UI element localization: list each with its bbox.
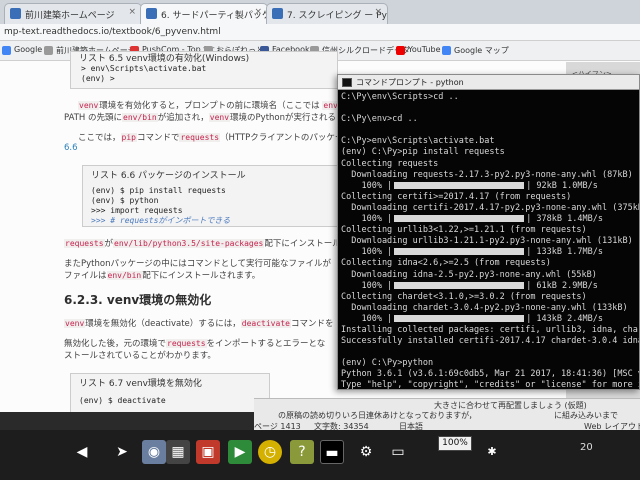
paragraph: venv環境を有効化すると，プロンプトの前に環境名（ここでは env (78, 101, 339, 111)
close-icon[interactable]: × (374, 7, 382, 17)
bookmark-google[interactable]: Google (2, 45, 42, 55)
page-icon (44, 46, 53, 55)
console-line: Type "help", "copyright", "credits" or "… (341, 380, 640, 390)
console-line: 100% | | 61kB 2.9MB/s (341, 280, 598, 291)
paragraph: PATH の先頭にenv/binが追加され，venv環境のPythonが実行され… (64, 113, 336, 123)
page-favicon-icon (146, 8, 157, 19)
folder-icon[interactable]: ▭ (386, 440, 410, 464)
console-line: 100% | | 378kB 1.4MB/s (341, 214, 603, 225)
tray-clock[interactable]: 20 (580, 442, 593, 453)
code-listing-install: リスト 6.6 パッケージのインストール (env) $ pip install… (82, 165, 338, 227)
console-line: Python 3.6.1 (v3.6.1:69c0db5, Mar 21 201… (341, 369, 640, 380)
document-text: に組み込みいまで (554, 411, 618, 420)
page-favicon-icon (272, 8, 283, 19)
command-prompt-taskbar-icon[interactable]: ▬ (320, 440, 344, 464)
listing-code: > env\Scripts\activate.bat (env) > (81, 64, 207, 83)
tab-label: 前川建築ホームページ (25, 11, 115, 21)
console-line: Downloading idna-2.5-py2.py3-none-any.wh… (341, 269, 597, 280)
address-url: mp-text.readthedocs.io/textbook/6_pyvenv… (4, 27, 221, 37)
clock-icon[interactable]: ◷ (258, 440, 282, 464)
progress-bar (394, 248, 525, 256)
progress-bar (394, 314, 525, 322)
console-line: Successfully installed certifi-2017.4.17… (341, 336, 640, 347)
paragraph: 6.6 (64, 143, 78, 153)
console-line: (env) C:\Py>pip install requests (341, 147, 505, 158)
close-icon[interactable]: × (128, 7, 136, 17)
listing-link[interactable]: 6.6 (64, 143, 78, 153)
tab-strip: 前川建築ホームページ × 6. サードパーティ製パッケージ × 7. スクレイピ… (0, 0, 640, 24)
tab-maekawa[interactable]: 前川建築ホームページ × (4, 3, 142, 24)
command-prompt-window[interactable]: コマンドプロンプト - python C:\Py\env\Scripts>cd … (337, 74, 640, 390)
document-text: の原稿の読め切りいろ日連休あけとなっておりますが， (278, 411, 477, 420)
console-line: (env) C:\Py>python (341, 358, 434, 369)
console-line: Collecting urllib3<1.22,>=1.21.1 (from r… (341, 225, 587, 236)
console-line: Collecting requests (341, 158, 439, 169)
page-favicon-icon (10, 8, 21, 19)
console-line: Downloading urllib3-1.21.1-py2.py3-none-… (341, 236, 633, 247)
progress-bar (394, 281, 525, 289)
google-icon (2, 46, 11, 55)
console-line: 100% | | 143kB 2.4MB/s (341, 313, 603, 324)
paragraph: 無効化した後，元の環境でrequestsをインポートするとエラーとな (64, 339, 326, 349)
progress-bar (394, 181, 525, 189)
calculator-icon[interactable]: ▦ (166, 440, 190, 464)
console-line: Collecting chardet<3.1.0,>=3.0.2 (from r… (341, 291, 587, 302)
paragraph: venv環境を無効化（deactivate）するには，deactivateコマン… (64, 319, 334, 329)
map-icon (442, 46, 451, 55)
console-line: Collecting certifi>=2017.4.17 (from requ… (341, 191, 572, 202)
cursor-icon[interactable]: ➤ (110, 440, 134, 464)
listing-title: リスト 6.6 パッケージのインストール (91, 171, 246, 181)
paragraph: ファイルはenv/bin配下にインストールされます。 (64, 271, 261, 281)
running-figure-icon[interactable]: ✱ (480, 440, 504, 464)
presentation-icon[interactable]: ▣ (196, 440, 220, 464)
paragraph: ストールされていることがわかります。 (64, 351, 216, 361)
code-listing-activate: リスト 6.5 venv環境の有効化(Windows) > env\Script… (70, 51, 338, 89)
paragraph: requestsがenv/lib/python3.5/site-packages… (64, 239, 341, 249)
console-line: Downloading chardet-3.0.4-py2.py3-none-a… (341, 302, 628, 313)
console-line: C:\Py>env\Scripts\activate.bat (341, 136, 495, 147)
console-line: Installing collected packages: certifi, … (341, 324, 640, 335)
close-icon[interactable]: × (254, 7, 262, 17)
console-title: コマンドプロンプト - python (356, 78, 464, 87)
console-line: C:\Py\env\Scripts>cd .. (341, 92, 459, 102)
tab-third-party[interactable]: 6. サードパーティ製パッケージ × (140, 3, 268, 24)
console-icon (342, 78, 352, 87)
taskbar: ◀ ➤ ◉ ▦ ▣ ▶ ◷ ? ▬ ⚙ ▭ 100% ✱ 20 (0, 430, 640, 480)
progress-bar (394, 215, 525, 223)
address-bar[interactable]: mp-text.readthedocs.io/textbook/6_pyvenv… (0, 24, 640, 41)
youtube-icon (396, 46, 405, 55)
tab-label: 6. サードパーティ製パッケージ (161, 11, 267, 21)
console-titlebar[interactable]: コマンドプロンプト - python (338, 75, 639, 90)
console-line: Collecting idna<2.6,>=2.5 (from requests… (341, 258, 551, 269)
browser-icon[interactable]: ◉ (142, 440, 166, 464)
tab-label: 7. スクレイピング ー Python (287, 11, 387, 21)
back-arrow-icon[interactable]: ◀ (70, 440, 94, 464)
console-line: 100% | | 133kB 1.7MB/s (341, 247, 603, 258)
tab-scraping[interactable]: 7. スクレイピング ー Python × (266, 3, 388, 24)
zoom-level[interactable]: 100% (438, 436, 472, 451)
console-line: C:\Py\env>cd .. (341, 114, 418, 125)
bookmark-youtube[interactable]: YouTube (396, 45, 441, 55)
console-line: Downloading certifi-2017.4.17-py2.py3-no… (341, 202, 640, 213)
media-player-icon[interactable]: ▶ (228, 440, 252, 464)
app-icon[interactable]: ? (290, 440, 314, 464)
word-statusbar: 大きさに合わせて再配置しましょう (仮題) の原稿の読め切りいろ日連休あけとなっ… (254, 398, 640, 432)
listing-title: リスト 6.7 venv環境を無効化 (79, 379, 202, 389)
listing-title: リスト 6.5 venv環境の有効化(Windows) (79, 54, 250, 64)
settings-icon[interactable]: ⚙ (354, 440, 378, 464)
listing-code: (env) $ pip install requests (env) $ pyth… (91, 186, 231, 225)
bookmark-google-maps[interactable]: Google マップ (442, 45, 509, 56)
console-output[interactable]: C:\Py\env\Scripts>cd .. C:\Py\env>cd .. C:… (341, 92, 640, 390)
console-line: Downloading requests-2.17.3-py2.py3-none… (341, 169, 633, 180)
console-line: 100% | | 92kB 1.0MB/s (341, 180, 598, 191)
paragraph: またPythonパッケージの中にはコマンドとして実行可能なファイルが (64, 259, 332, 269)
paragraph: ここでは，pipコマンドでrequests（HTTPクライアントのパッケー (78, 133, 344, 143)
code-listing-deactivate: リスト 6.7 venv環境を無効化 (env) $ deactivate (70, 373, 270, 412)
listing-code: (env) $ deactivate (79, 396, 166, 405)
section-heading: 6.2.3. venv環境の無効化 (64, 293, 212, 307)
